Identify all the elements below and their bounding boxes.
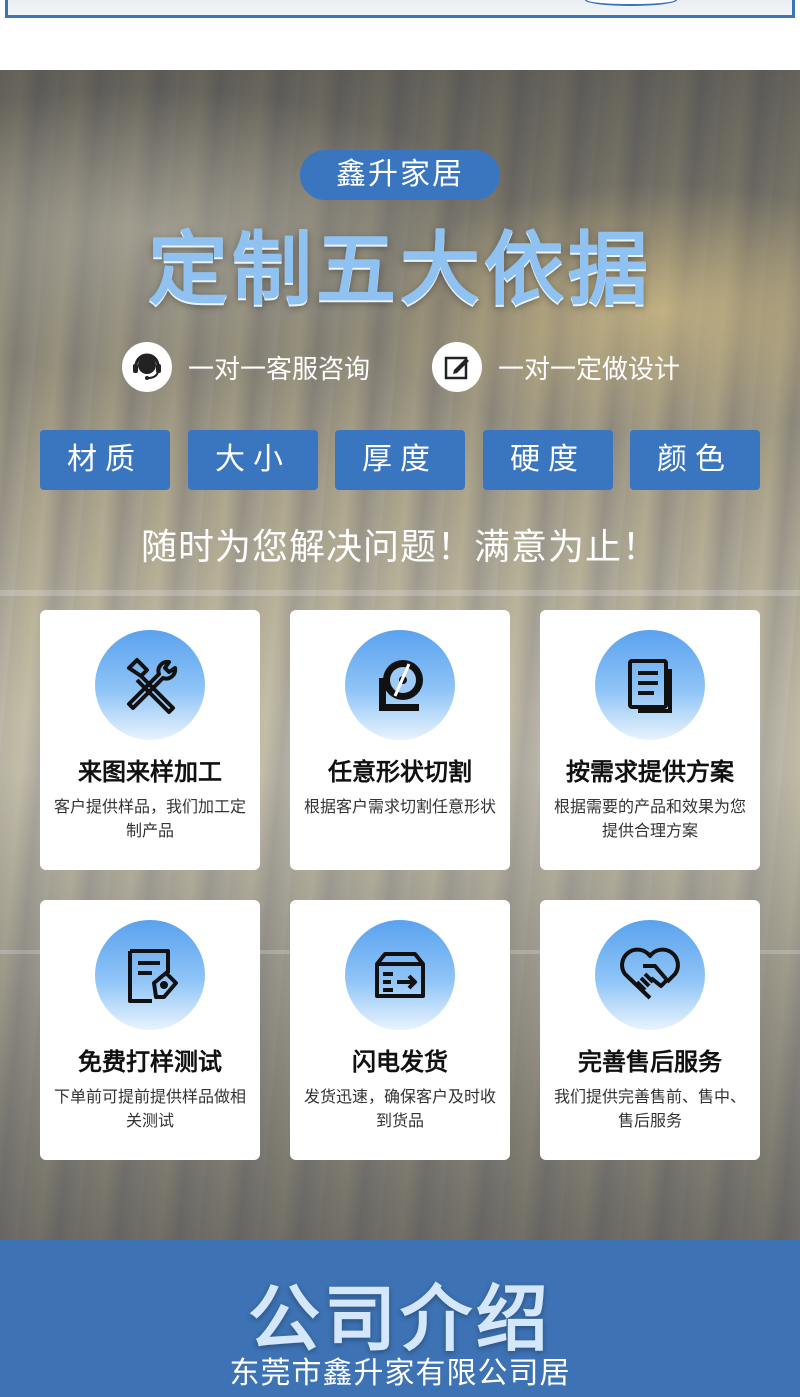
headset-icon	[122, 342, 172, 392]
service-card: 免费打样测试 下单前可提前提供样品做相关测试	[40, 900, 260, 1160]
tag-size: 大小	[188, 430, 318, 490]
tag-color: 颜色	[630, 430, 760, 490]
cutter-icon	[345, 630, 455, 740]
tools-icon	[95, 630, 205, 740]
service-title: 按需求提供方案	[566, 758, 734, 786]
service-card: 完善售后服务 我们提供完善售前、售中、售后服务	[540, 900, 760, 1160]
service-title: 完善售后服务	[578, 1048, 722, 1076]
feature-consult: 一对一客服咨询	[122, 340, 370, 394]
company-section: 公司介绍 东莞市鑫升家有限公司居	[0, 1240, 800, 1397]
service-card: 来图来样加工 客户提供样品，我们加工定制产品	[40, 610, 260, 870]
feature-design: 一对一定做设计	[432, 340, 680, 394]
service-desc: 下单前可提前提供样品做相关测试	[54, 1087, 247, 1130]
company-name: 东莞市鑫升家有限公司居	[229, 1356, 571, 1391]
service-card: 闪电发货 发货迅速，确保客户及时收到货品	[290, 900, 510, 1160]
service-desc: 根据客户需求切割任意形状	[304, 797, 497, 816]
tag-thickness: 厚度	[335, 430, 465, 490]
customization-section: 鑫升家居 定制五大依据 一对一客服咨询 一对一定做设计 材质 大小 厚度 硬度 …	[0, 70, 800, 1240]
service-card: 按需求提供方案 根据需要的产品和效果为您提供合理方案	[540, 610, 760, 870]
service-title: 闪电发货	[352, 1048, 448, 1076]
edit-icon	[432, 342, 482, 392]
test-report-icon	[95, 920, 205, 1030]
service-title: 任意形状切割	[328, 758, 472, 786]
handshake-heart-icon	[595, 920, 705, 1030]
service-desc: 我们提供完善售前、售中、售后服务	[554, 1087, 747, 1130]
service-card: 任意形状切割 根据客户需求切割任意形状	[290, 610, 510, 870]
service-title: 来图来样加工	[78, 758, 222, 786]
slogan: 随时为您解决问题！满意为止！	[140, 527, 659, 568]
section-title: 定制五大依据	[148, 223, 652, 316]
service-desc: 发货迅速，确保客户及时收到货品	[304, 1087, 497, 1130]
service-desc: 根据需要的产品和效果为您提供合理方案	[554, 797, 747, 840]
delivery-box-icon	[345, 920, 455, 1030]
feature-design-label: 一对一定做设计	[498, 354, 681, 385]
tag-hardness: 硬度	[483, 430, 613, 490]
previous-section-frame	[5, 0, 795, 18]
service-title: 免费打样测试	[78, 1048, 222, 1076]
background-sheet	[0, 590, 800, 596]
top-strip	[0, 0, 800, 70]
document-icon	[595, 630, 705, 740]
feature-consult-label: 一对一客服咨询	[188, 354, 371, 385]
service-desc: 客户提供样品，我们加工定制产品	[54, 797, 247, 840]
brand-badge: 鑫升家居	[300, 150, 500, 200]
tag-material: 材质	[40, 430, 170, 490]
